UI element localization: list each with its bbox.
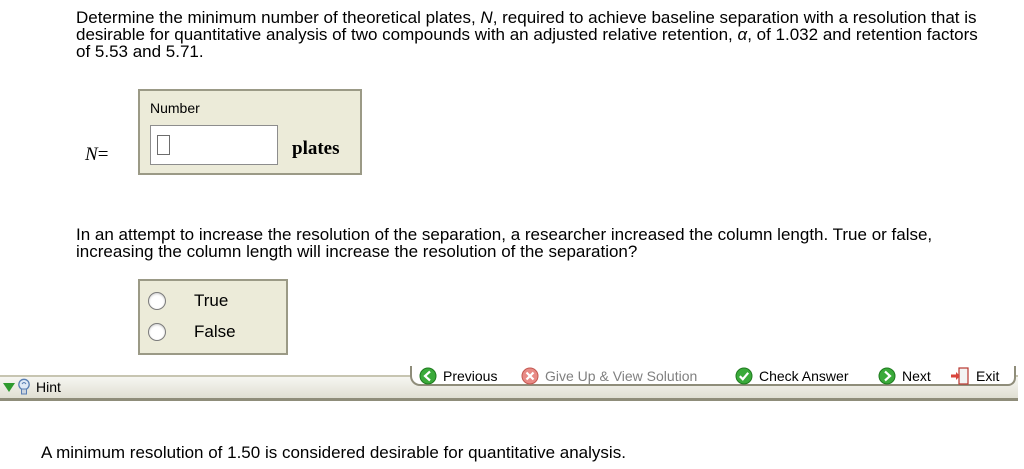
hint-text: A minimum resolution of 1.50 is consider… — [41, 443, 626, 462]
give-up-label: Give Up & View Solution — [545, 368, 698, 384]
expand-triangle-icon — [3, 382, 15, 392]
previous-arrow-icon — [419, 367, 437, 385]
answer-variable-label: N= — [85, 144, 109, 165]
radio-true[interactable] — [148, 292, 166, 310]
next-arrow-icon — [878, 367, 896, 385]
option-false-label: False — [194, 322, 236, 341]
alpha-symbol: α — [737, 25, 748, 44]
lightbulb-icon — [18, 378, 30, 395]
give-up-x-icon — [521, 367, 539, 385]
answer-unit: plates — [292, 138, 340, 159]
next-label: Next — [902, 368, 931, 384]
exit-door-icon — [951, 367, 969, 385]
true-false-box: True False — [138, 279, 288, 355]
numeric-answer-box: Number plates — [138, 89, 362, 175]
option-true-label: True — [194, 291, 229, 310]
navigation-toolbar: Hint Previous Give Up & View Solution Ch… — [0, 366, 1024, 402]
check-answer-button[interactable]: Check Answer — [735, 366, 848, 386]
answer-type-caption: Number — [150, 100, 200, 116]
question-2-text: In an attempt to increase the resolution… — [76, 225, 933, 261]
hint-toggle[interactable]: Hint — [3, 377, 61, 397]
exit-button[interactable]: Exit — [950, 366, 999, 386]
checkmark-icon — [735, 367, 753, 385]
input-cursor — [157, 135, 170, 155]
radio-false[interactable] — [148, 323, 166, 341]
previous-label: Previous — [443, 368, 498, 384]
next-button[interactable]: Next — [878, 366, 931, 386]
exit-label: Exit — [976, 368, 1000, 384]
hint-label: Hint — [36, 379, 61, 395]
previous-button[interactable]: Previous — [419, 366, 497, 386]
give-up-button[interactable]: Give Up & View Solution — [521, 366, 697, 386]
plates-number-input[interactable] — [150, 125, 278, 165]
check-answer-label: Check Answer — [759, 368, 849, 384]
question-1-text: Determine the minimum number of theoreti… — [76, 8, 978, 61]
